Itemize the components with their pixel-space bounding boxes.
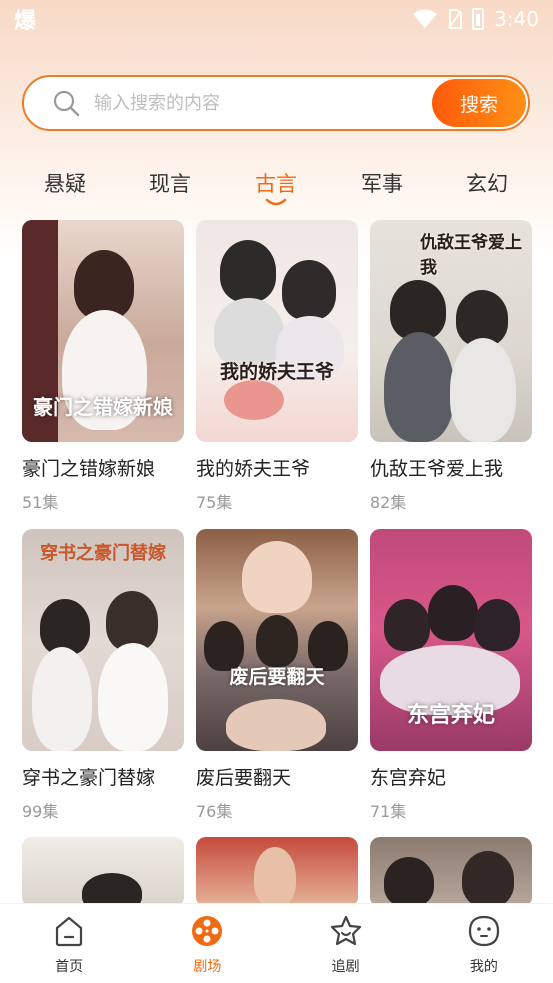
poster-title: 穿书之豪门替嫁 [40,543,166,564]
search-bar: 搜索 [22,75,530,131]
poster-figure [98,643,168,751]
poster-figure [224,380,284,420]
poster-figure [282,260,336,320]
battery-icon [472,8,485,30]
active-tab-indicator [265,198,287,206]
poster-title: 东宫弃妃 [406,702,495,728]
episode-count: 99集 [22,802,59,821]
poster-title: 仇敌王爷爱上我 [420,233,522,278]
drama-card[interactable]: 我的娇夫王爷 我的娇夫王爷 75集 [196,220,358,513]
drama-poster: 穿书之豪门替嫁 [22,529,184,751]
drama-poster [196,837,358,907]
drama-title: 豪门之错嫁新娘 [22,458,156,480]
poster-figure [450,338,516,442]
drama-card[interactable]: 废后要翻天 废后要翻天 76集 [196,529,358,822]
poster-figure [384,857,434,907]
search-input[interactable] [94,92,404,114]
drama-poster [22,837,184,907]
tab-ancient-romance-label: 古言 [255,172,297,196]
poster-figure [384,599,430,651]
status-indicators: 3:40 [412,7,539,31]
poster-title: 豪门之错嫁新娘 [33,395,173,419]
no-sim-icon [448,9,463,29]
drama-card[interactable] [196,837,358,907]
nav-theater[interactable]: 剧场 [138,904,276,983]
nav-follow[interactable]: 追剧 [277,904,415,983]
star-icon [330,915,361,946]
bottom-nav: 首页 剧场 追剧 我的 [0,903,553,983]
drama-poster: 豪门之错嫁新娘 [22,220,184,442]
face-icon [468,915,499,947]
poster-figure [428,585,478,641]
drama-card[interactable]: 穿书之豪门替嫁 穿书之豪门替嫁 99集 [22,529,184,822]
poster-figure [474,599,520,651]
poster-figure [226,699,326,751]
drama-card[interactable]: 东宫弃妃 东宫弃妃 71集 [370,529,532,822]
drama-poster: 我的娇夫王爷 [196,220,358,442]
status-time: 3:40 [494,7,539,31]
drama-title: 仇敌王爷爱上我 [370,458,504,480]
film-reel-icon [192,916,223,946]
tab-modern-romance[interactable]: 现言 [130,168,210,198]
wifi-icon [413,9,438,28]
status-bar: 爆 3:40 [0,0,553,38]
drama-poster [370,837,532,907]
nav-theater-label: 剧场 [193,959,222,975]
tab-suspense[interactable]: 悬疑 [25,168,105,198]
drama-title: 我的娇夫王爷 [196,458,311,480]
nav-mine-label: 我的 [469,959,498,975]
drama-poster: 废后要翻天 [196,529,358,751]
episode-count: 51集 [22,493,59,512]
drama-card[interactable]: 仇敌王爷爱上我 仇敌王爷爱上我 82集 [370,220,532,513]
drama-poster: 东宫弃妃 [370,529,532,751]
tab-fantasy[interactable]: 玄幻 [447,168,527,198]
search-icon [53,90,80,117]
poster-figure [106,591,158,651]
nav-mine[interactable]: 我的 [415,904,553,983]
poster-figure [242,541,312,613]
poster-title: 我的娇夫王爷 [219,361,334,383]
tab-military[interactable]: 军事 [342,168,422,198]
poster-figure [462,851,514,907]
nav-follow-label: 追剧 [331,959,360,975]
app-status-icon: 爆 [14,9,37,34]
poster-figure [390,280,446,340]
nav-home-label: 首页 [55,959,84,975]
poster-figure [32,647,92,751]
drama-card[interactable] [370,837,532,907]
search-button[interactable]: 搜索 [432,79,526,127]
drama-card[interactable]: 豪门之错嫁新娘 豪门之错嫁新娘 51集 [22,220,184,513]
poster-figure [256,615,298,667]
home-icon [56,916,83,947]
poster-title: 废后要翻天 [229,666,325,688]
episode-count: 71集 [370,802,407,821]
category-tabs: 悬疑 现言 古言 军事 玄幻 [0,160,553,210]
episode-count: 75集 [196,493,233,512]
poster-figure [384,332,454,442]
tab-ancient-romance[interactable]: 古言 [236,168,316,206]
drama-title: 穿书之豪门替嫁 [22,767,156,789]
drama-title: 废后要翻天 [196,767,292,789]
drama-poster: 仇敌王爷爱上我 [370,220,532,442]
nav-home[interactable]: 首页 [0,904,138,983]
poster-figure [254,847,296,907]
poster-figure [82,873,142,907]
drama-card[interactable] [22,837,184,907]
poster-figure [220,240,276,302]
drama-title: 东宫弃妃 [370,767,447,789]
episode-count: 82集 [370,493,407,512]
episode-count: 76集 [196,802,233,821]
